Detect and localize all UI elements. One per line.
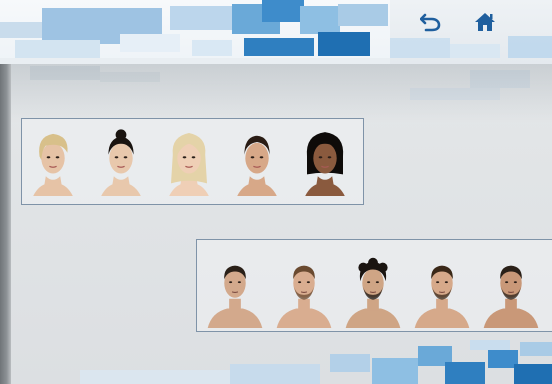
woman-face-thumbnail[interactable]	[162, 123, 216, 197]
men-faces-strip	[196, 239, 552, 332]
portrait-image	[345, 257, 401, 328]
man-face-thumbnail[interactable]	[272, 250, 336, 328]
header-banner	[0, 0, 390, 64]
woman-face-thumbnail[interactable]	[94, 123, 148, 197]
toolbar	[390, 0, 552, 64]
back-arrow-icon	[420, 13, 441, 32]
women-faces-strip	[21, 118, 364, 205]
portrait-image	[237, 135, 277, 196]
woman-face-thumbnail[interactable]	[230, 123, 284, 197]
portrait-image	[483, 265, 539, 328]
portrait-image	[169, 133, 209, 196]
left-bezel	[0, 62, 11, 384]
man-face-thumbnail[interactable]	[410, 250, 474, 328]
man-face-thumbnail[interactable]	[203, 250, 267, 328]
woman-face-thumbnail[interactable]	[26, 123, 80, 197]
portrait-image	[101, 129, 141, 196]
top-shadow	[11, 62, 552, 122]
back-button[interactable]	[416, 8, 446, 36]
woman-face-thumbnail[interactable]	[298, 123, 352, 197]
home-button[interactable]	[470, 8, 500, 36]
home-icon	[475, 13, 495, 31]
portrait-image	[207, 265, 263, 328]
portrait-image	[276, 265, 332, 328]
portrait-image	[414, 265, 470, 328]
man-face-thumbnail[interactable]	[479, 250, 543, 328]
portrait-image	[33, 133, 73, 196]
man-face-thumbnail[interactable]	[341, 250, 405, 328]
portrait-image	[305, 132, 345, 196]
footer-mosaic	[0, 340, 552, 384]
